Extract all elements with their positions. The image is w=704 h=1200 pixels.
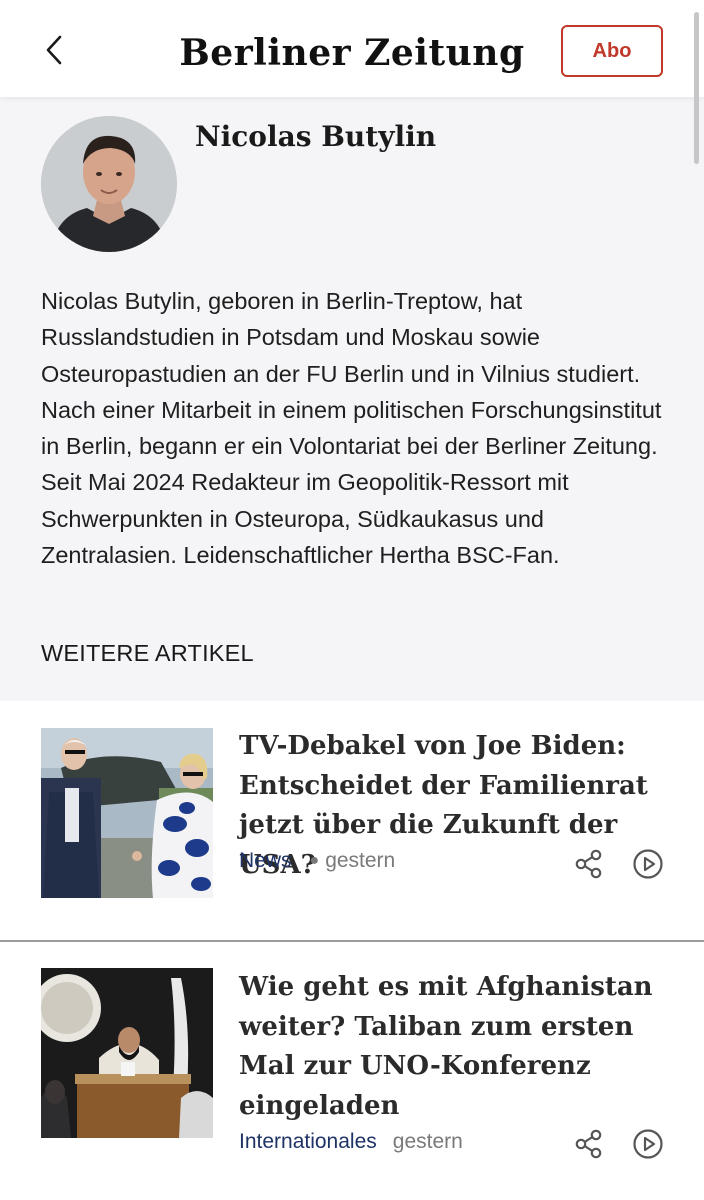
article-time: gestern (392, 1130, 463, 1153)
share-button[interactable] (571, 846, 607, 882)
article-meta: Internationales gestern (239, 1130, 463, 1154)
scrollbar[interactable] (694, 12, 699, 164)
top-bar: Berliner Zeitung Abo (0, 0, 704, 97)
subscribe-button[interactable]: Abo (561, 25, 663, 77)
more-articles-heading: WEITERE ARTIKEL (41, 640, 254, 666)
article-category[interactable]: News (239, 849, 292, 873)
share-button[interactable] (571, 1126, 607, 1162)
share-icon (575, 849, 602, 879)
back-button[interactable] (36, 30, 72, 70)
play-audio-button[interactable] (630, 1126, 666, 1162)
play-audio-button[interactable] (630, 846, 666, 882)
article-time: gestern (325, 849, 396, 872)
article-headline[interactable]: Wie geht es mit Afghanistan weiter? Tali… (239, 968, 679, 1126)
author-name: Nicolas Butylin (195, 120, 437, 153)
author-profile: Nicolas Butylin Nicolas Butylin, geboren… (0, 97, 704, 701)
article-meta: News ● gestern (239, 849, 395, 873)
separator-dot: ● (309, 852, 320, 869)
author-bio: Nicolas Butylin, geboren in Berlin-Trept… (41, 288, 662, 569)
article-card[interactable]: Wie geht es mit Afghanistan weiter? Tali… (0, 942, 704, 1200)
article-thumbnail[interactable] (41, 728, 213, 898)
play-circle-icon (633, 1129, 663, 1159)
author-avatar (41, 116, 177, 252)
article-thumbnail[interactable] (41, 968, 213, 1138)
article-card[interactable]: TV-Debakel von Joe Biden: Entscheidet de… (0, 701, 704, 941)
play-circle-icon (633, 849, 663, 879)
share-icon (575, 1129, 602, 1159)
chevron-left-icon (46, 35, 62, 65)
article-category[interactable]: Internationales (239, 1130, 377, 1154)
